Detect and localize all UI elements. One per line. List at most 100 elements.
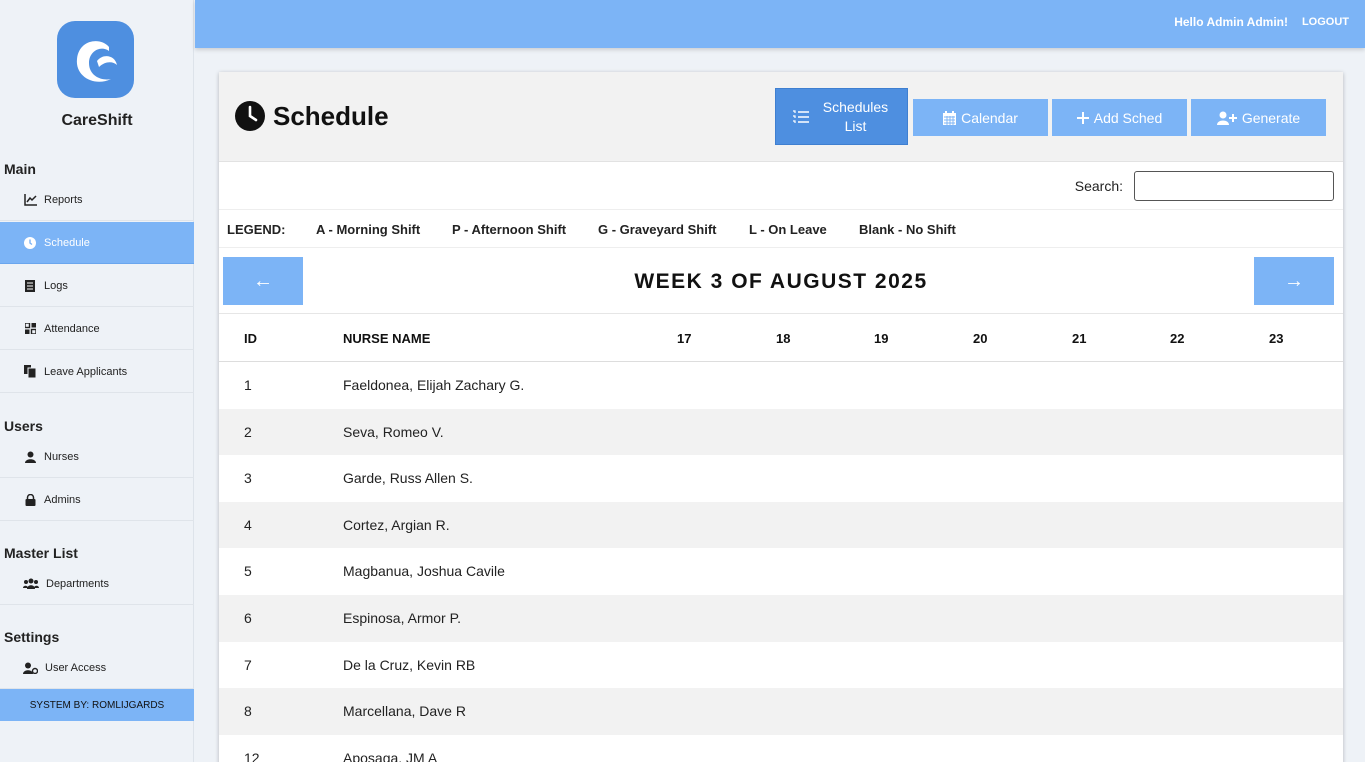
table-row[interactable]: 4 Cortez, Argian R. [219, 501, 1343, 549]
section-title-settings: Settings [4, 629, 60, 645]
table-row[interactable]: 12 Aposaga, JM A [219, 735, 1343, 762]
table-row[interactable]: 3 Garde, Russ Allen S. [219, 455, 1343, 502]
legend: LEGEND: A - Morning Shift P - Afternoon … [219, 210, 1343, 248]
calendar-button[interactable]: Calendar [913, 99, 1048, 136]
card-header: Schedule Schedules List Calendar Add Sch… [219, 72, 1343, 162]
table-row[interactable]: 2 Seva, Romeo V. [219, 408, 1343, 456]
sidebar-item-label: User Access [45, 661, 107, 674]
cell-id: 6 [244, 609, 252, 626]
sidebar-item-schedule[interactable]: Schedule [0, 222, 194, 264]
cell-nurse-name: Cortez, Argian R. [343, 516, 450, 533]
generate-button[interactable]: Generate [1191, 99, 1326, 136]
legend-label: LEGEND: [227, 222, 286, 237]
table-row[interactable]: 7 De la Cruz, Kevin RB [219, 642, 1343, 689]
sidebar-item-label: Leave Applicants [44, 365, 128, 378]
table-row[interactable]: 5 Magbanua, Joshua Cavile [219, 548, 1343, 595]
sidebar-item-label: Nurses [44, 450, 79, 463]
column-header-day: 17 [677, 331, 692, 346]
cell-nurse-name: Magbanua, Joshua Cavile [343, 563, 505, 580]
table-row[interactable]: 8 Marcellana, Dave R [219, 688, 1343, 735]
cell-nurse-name: Aposaga, JM A [343, 749, 438, 762]
users-icon [23, 577, 39, 591]
sidebar-item-leave-applicants[interactable]: Leave Applicants [0, 351, 194, 393]
sidebar-item-user-access[interactable]: User Access [0, 647, 194, 689]
greeting-text: Hello Admin Admin! [1174, 15, 1288, 29]
cell-nurse-name: Faeldonea, Elijah Zachary G. [343, 377, 525, 393]
user-gear-icon [23, 661, 38, 675]
user-plus-icon [1216, 111, 1237, 125]
column-header-day: 21 [1072, 331, 1087, 346]
system-credit: SYSTEM BY: ROMLIJGARDS [0, 689, 194, 721]
clock-icon [235, 101, 265, 131]
cell-id: 7 [244, 656, 252, 673]
next-week-button[interactable]: → [1254, 257, 1334, 305]
arrow-right-icon: → [1284, 269, 1304, 292]
column-header-day: 19 [874, 331, 889, 346]
grid-icon [23, 322, 37, 336]
schedule-card: Schedule Schedules List Calendar Add Sch… [219, 72, 1343, 762]
search-row: Search: [219, 162, 1343, 210]
legend-morning: A - Morning Shift [316, 222, 421, 237]
lock-icon [23, 493, 37, 507]
cell-id: 1 [244, 377, 252, 393]
column-header-day: 18 [776, 331, 791, 346]
column-header-day: 22 [1170, 331, 1185, 346]
table-row[interactable]: 6 Espinosa, Armor P. [219, 594, 1343, 642]
cell-id: 2 [244, 423, 252, 440]
calendar-icon [943, 110, 957, 125]
brand-name: CareShift [61, 112, 133, 129]
cell-nurse-name: Marcellana, Dave R [343, 703, 466, 720]
page-title: Schedule [234, 100, 389, 132]
search-input[interactable] [1134, 171, 1334, 201]
cell-id: 12 [244, 749, 260, 762]
column-header-day: 23 [1269, 331, 1284, 346]
sidebar-item-admins[interactable]: Admins [0, 479, 194, 521]
schedule-table-body: 1 Faeldonea, Elijah Zachary G. 2 Seva, R… [219, 362, 1343, 762]
search-label: Search: [1074, 178, 1123, 194]
table-header: ID NURSE NAME 17 18 19 20 21 22 23 [219, 314, 1343, 362]
week-title: WEEK 3 OF AUGUST 2025 [634, 270, 928, 293]
logout-link[interactable]: LOGOUT [1302, 16, 1349, 28]
sidebar-item-nurses[interactable]: Nurses [0, 436, 194, 478]
careshift-logo [57, 21, 134, 98]
sidebar-item-attendance[interactable]: Attendance [0, 308, 194, 350]
legend-on-leave: L - On Leave [749, 222, 827, 237]
column-header-id: ID [244, 331, 257, 346]
column-header-day: 20 [973, 331, 988, 346]
sidebar-item-label: Departments [46, 577, 109, 590]
list-icon [792, 109, 809, 124]
section-title-master-list: Master List [4, 545, 78, 561]
legend-no-shift: Blank - No Shift [859, 222, 956, 237]
files-icon [23, 365, 37, 379]
sidebar-item-reports[interactable]: Reports [0, 179, 194, 221]
clock-icon [23, 236, 37, 250]
sidebar-item-label: Logs [44, 279, 68, 292]
sidebar-item-label: Admins [44, 493, 81, 506]
cell-nurse-name: Espinosa, Armor P. [343, 609, 462, 626]
cell-id: 3 [244, 470, 252, 487]
cell-id: 5 [244, 563, 252, 580]
cell-nurse-name: Seva, Romeo V. [343, 423, 444, 440]
week-navigation: ← WEEK 3 OF AUGUST 2025 → [219, 248, 1343, 314]
legend-graveyard: G - Graveyard Shift [598, 222, 717, 237]
schedules-list-button[interactable]: Schedules List [775, 88, 908, 145]
sidebar-item-label: Schedule [44, 236, 90, 249]
chart-line-icon [23, 193, 37, 207]
cell-nurse-name: De la Cruz, Kevin RB [343, 656, 476, 673]
column-header-nurse-name: NURSE NAME [343, 331, 431, 346]
cell-id: 4 [244, 516, 252, 533]
cell-id: 8 [244, 703, 252, 720]
sidebar-item-logs[interactable]: Logs [0, 265, 194, 307]
section-title-main: Main [4, 161, 36, 177]
sidebar-item-departments[interactable]: Departments [0, 563, 194, 605]
cell-nurse-name: Garde, Russ Allen S. [343, 470, 473, 487]
add-sched-button[interactable]: Add Sched [1052, 99, 1187, 136]
plus-icon [1076, 111, 1089, 124]
page-title-text: Schedule [273, 100, 389, 131]
table-row[interactable]: 1 Faeldonea, Elijah Zachary G. [219, 362, 1343, 409]
sidebar-item-label: Reports [44, 193, 83, 206]
legend-afternoon: P - Afternoon Shift [452, 222, 567, 237]
nurse-icon [23, 450, 37, 464]
section-title-users: Users [4, 418, 43, 434]
sidebar: CareShift Main Reports Schedule Logs Att… [0, 0, 194, 762]
